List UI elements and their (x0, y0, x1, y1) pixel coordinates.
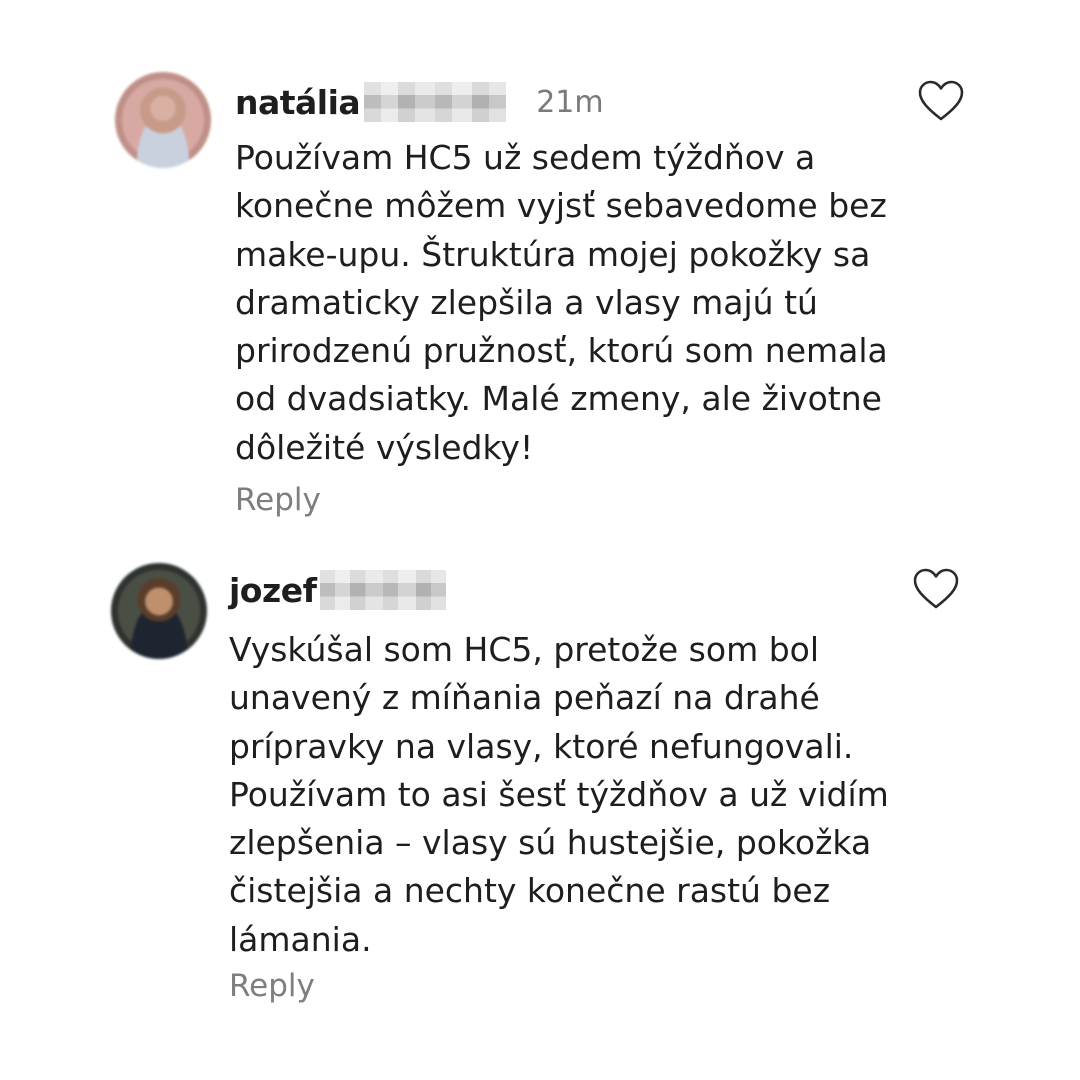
comment-line: make-upu. Štruktúra mojej pokožky sa (235, 234, 871, 274)
heart-outline-icon[interactable] (913, 568, 959, 610)
comment-line: Vyskúšal som HC5, pretože som bol (229, 630, 820, 669)
comment-line: lámania. (229, 919, 372, 959)
username[interactable]: natália (235, 83, 361, 122)
redacted-surname (364, 82, 507, 122)
comment-timestamp: 21m (536, 84, 604, 120)
comment-line: prirodzenú pružnosť, ktorú som nemala (235, 331, 888, 371)
comment-line: Používam to asi šesť týždňov a už vidím (229, 774, 889, 814)
comment-line: dôležité výsledky! (235, 427, 534, 467)
comment-line: od dvadsiatky. Malé zmeny, ale životne (235, 379, 882, 419)
username[interactable]: jozef (229, 571, 317, 610)
comment-line: Používam HC5 už sedem týždňov a (235, 138, 816, 177)
comment-line: čistejšia a nechty konečne rastú bez (229, 871, 831, 911)
comment-line: prípravky na vlasy, ktoré nefungovali. (229, 726, 854, 766)
comment-text: Používam HC5 už sedem týždňov a konečne … (235, 134, 995, 472)
heart-outline-icon[interactable] (918, 80, 964, 122)
reply-button[interactable]: Reply (229, 968, 315, 1004)
comment-line: zlepšenia – vlasy sú hustejšie, pokožka (229, 823, 872, 863)
comment-line: konečne môžem vyjsť sebavedome bez (235, 186, 887, 226)
comment-header: jozef (229, 560, 447, 620)
avatar[interactable] (111, 563, 207, 659)
reply-button[interactable]: Reply (235, 482, 321, 518)
comment-header: natália 21m (235, 72, 604, 132)
comment-line: dramaticky zlepšila a vlasy majú tú (235, 282, 818, 322)
redacted-surname (320, 570, 447, 610)
comment-text: Vyskúšal som HC5, pretože som bol unaven… (229, 626, 989, 964)
avatar[interactable] (115, 72, 211, 168)
comment-line: unavený z míňania peňazí na drahé (229, 678, 820, 718)
